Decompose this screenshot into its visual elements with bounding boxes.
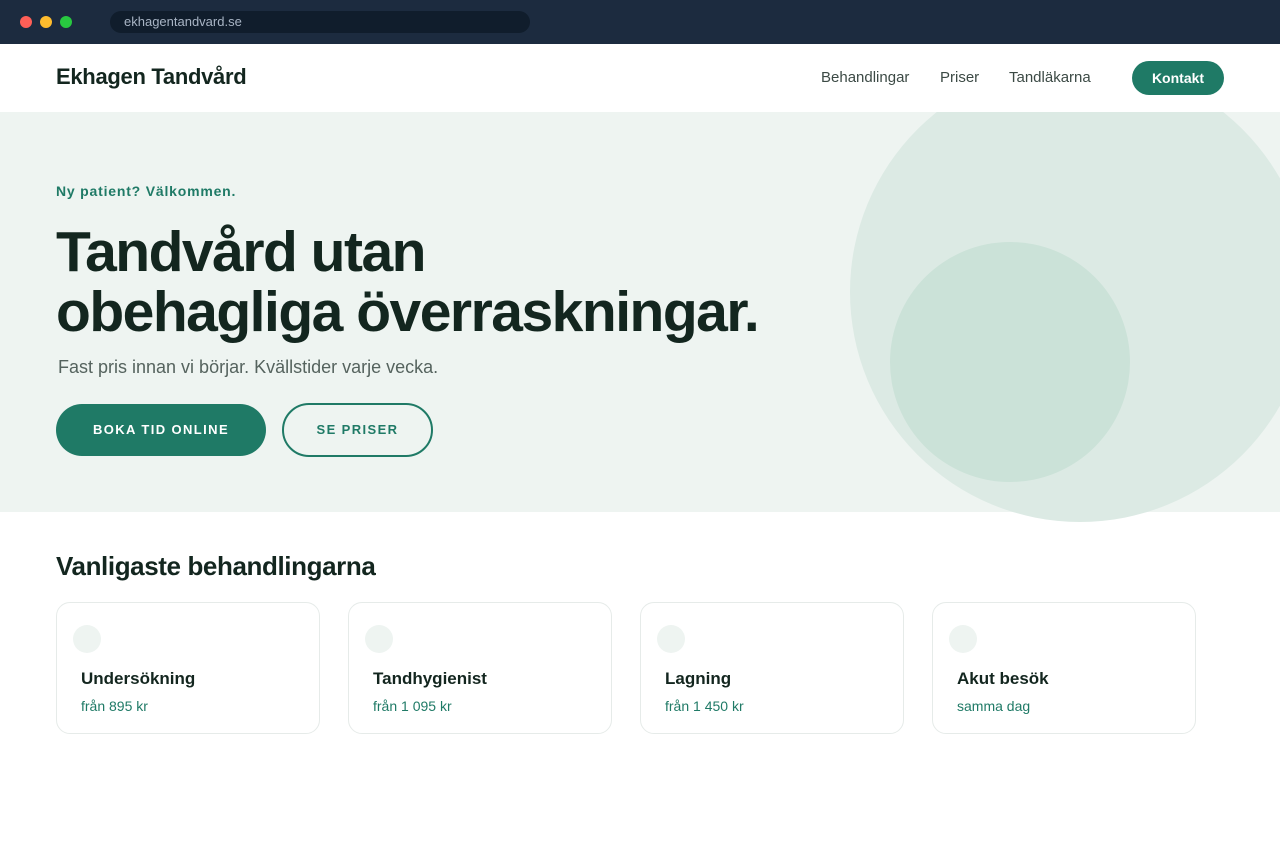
- site-header: Ekhagen Tandvård Behandlingar Priser Tan…: [0, 44, 1280, 112]
- treatment-title: Tandhygienist: [373, 669, 487, 688]
- window-close-button[interactable]: [20, 16, 32, 28]
- treatment-title: Undersökning: [81, 669, 196, 688]
- hero-title-line-1: Tandvård utan: [56, 220, 426, 284]
- window-minimize-button[interactable]: [40, 16, 52, 28]
- book-online-button[interactable]: BOKA TID ONLINE: [56, 404, 266, 456]
- decorative-circle-small: [890, 242, 1130, 482]
- treatment-title: Lagning: [665, 669, 732, 688]
- treatment-card-undersokning[interactable]: Undersökning från 895 kr: [56, 602, 320, 734]
- treatment-card-akut-besok[interactable]: Akut besök samma dag: [932, 602, 1196, 734]
- treatment-price: från 1 450 kr: [665, 698, 744, 714]
- treatment-icon: [73, 625, 101, 653]
- treatment-price: samma dag: [957, 698, 1031, 714]
- nav-link-tandlakarna[interactable]: Tandläkarna: [1009, 69, 1091, 86]
- hero-title: Tandvård utan obehagliga överraskningar.: [56, 222, 816, 342]
- treatment-card-lagning[interactable]: Lagning från 1 450 kr: [640, 602, 904, 734]
- hero-eyebrow: Ny patient? Välkommen.: [56, 183, 237, 199]
- nav-link-behandlingar[interactable]: Behandlingar: [821, 69, 909, 86]
- treatment-card-tandhygienist[interactable]: Tandhygienist från 1 095 kr: [348, 602, 612, 734]
- browser-chrome: ekhagentandvard.se: [0, 0, 1280, 44]
- address-bar[interactable]: ekhagentandvard.se: [110, 11, 530, 33]
- treatments-heading: Vanligaste behandlingarna: [56, 551, 376, 581]
- treatment-title: Akut besök: [957, 669, 1049, 688]
- treatment-icon: [657, 625, 685, 653]
- contact-button[interactable]: Kontakt: [1132, 61, 1224, 95]
- treatment-price: från 1 095 kr: [373, 698, 452, 714]
- treatment-icon: [949, 625, 977, 653]
- hero-title-line-2: obehagliga överraskningar.: [56, 280, 760, 344]
- site-logo[interactable]: Ekhagen Tandvård: [56, 64, 247, 90]
- window-maximize-button[interactable]: [60, 16, 72, 28]
- hero-subtitle: Fast pris innan vi börjar. Kvällstider v…: [58, 357, 439, 377]
- treatment-price: från 895 kr: [81, 698, 148, 714]
- hero-section: Ny patient? Välkommen. Tandvård utan obe…: [0, 112, 1280, 512]
- nav-link-priser[interactable]: Priser: [940, 69, 979, 86]
- see-prices-button[interactable]: SE PRISER: [282, 403, 433, 457]
- treatment-icon: [365, 625, 393, 653]
